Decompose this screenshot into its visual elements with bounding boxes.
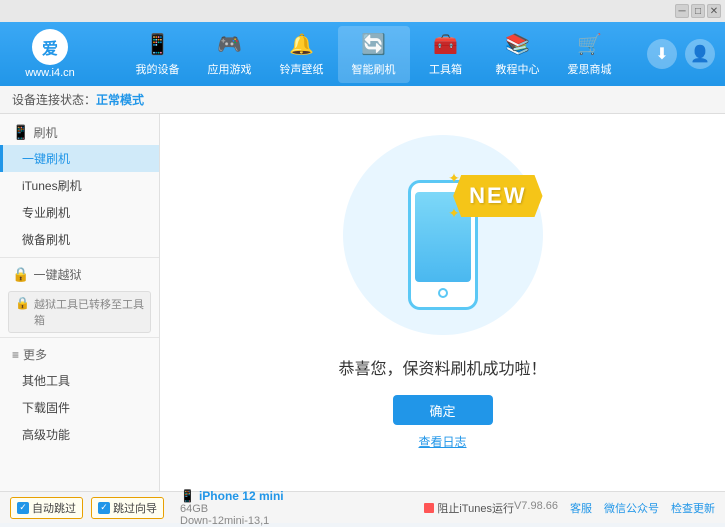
customer-service-link[interactable]: 客服 [570,500,592,516]
device-firmware: Down-12mini-13,1 [180,515,424,527]
bottom-links: V7.98.66 客服 微信公众号 检查更新 [514,500,715,516]
success-text: 恭喜您，保资料刷机成功啦！ [338,355,546,379]
jailbreak-notice: 🔒 越狱工具已转移至工具箱 [8,291,151,333]
new-badge: ✦ NEW ✦ [453,175,542,217]
logo-icon: 爱 [32,29,68,65]
skip-wizard-check: ✓ [98,502,110,514]
nav-label-toolbox: 工具箱 [429,61,462,77]
new-ribbon: NEW [453,175,542,217]
version-text: V7.98.66 [514,500,558,516]
nav-item-ringtones[interactable]: 🔔 铃声壁纸 [266,26,338,83]
bottom-left: ✓ 自动跳过 ✓ 跳过向导 [10,497,170,519]
nav-item-smart-flash[interactable]: 🔄 智能刷机 [338,26,410,83]
nav-item-shop[interactable]: 🛒 爱思商城 [554,26,626,83]
nav-item-my-device[interactable]: 📱 我的设备 [122,26,194,83]
nav-icon-ringtones: 🔔 [289,32,314,57]
sidebar-item-pro-flash[interactable]: 专业刷机 [0,199,159,226]
nav-icon-toolbox: 🧰 [433,32,458,57]
nav-label-apps-games: 应用游戏 [208,61,252,77]
nav-label-my-device: 我的设备 [136,61,180,77]
sidebar-item-download-firmware[interactable]: 下载固件 [0,394,159,421]
nav-icon-shop: 🛒 [577,32,602,57]
device-icon: 📱 [180,489,195,503]
sidebar-section-jailbreak: 🔒 一键越狱 [0,262,159,287]
title-bar: ─ □ ✕ [0,0,725,22]
device-storage: 64GB [180,503,424,515]
nav-label-ringtones: 铃声壁纸 [280,61,324,77]
checkbox-skip-wizard[interactable]: ✓ 跳过向导 [91,497,164,519]
checkbox-auto-dismiss[interactable]: ✓ 自动跳过 [10,497,83,519]
phone-illustration: ✦ NEW ✦ [333,155,553,335]
status-value: 正常模式 [96,91,144,108]
nav-label-tutorial: 教程中心 [496,61,540,77]
logo-url: www.i4.cn [25,67,75,79]
sidebar-item-one-click-flash[interactable]: 一键刷机 [0,145,159,172]
sidebar-section-more-label: 更多 [23,346,47,363]
bottom-bar: ✓ 自动跳过 ✓ 跳过向导 📱 iPhone 12 mini 64GB Down… [0,491,725,523]
bottom-device: 📱 iPhone 12 mini 64GB Down-12mini-13,1 [170,489,424,527]
sidebar-item-itunes-flash[interactable]: iTunes刷机 [0,172,159,199]
main-panel: ✦ NEW ✦ 恭喜您，保资料刷机成功啦！ 确定 查看日志 [160,114,725,491]
auto-dismiss-check: ✓ [17,502,29,514]
flash-section-icon: 📱 [12,124,29,141]
sparkle-bl: ✦ [448,205,460,222]
sidebar-divider-2 [0,337,159,338]
check-update-link[interactable]: 检查更新 [671,500,715,516]
wechat-link[interactable]: 微信公众号 [604,500,659,516]
user-button[interactable]: 👤 [685,39,715,69]
itunes-status: 阻止iTunes运行 [424,500,514,516]
confirm-button[interactable]: 确定 [393,395,493,425]
sidebar-section-jailbreak-label: 一键越狱 [33,266,81,283]
itunes-status-label: 阻止iTunes运行 [437,500,514,516]
phone-home-button [438,288,448,298]
minimize-button[interactable]: ─ [675,4,689,18]
nav-bar: 📱 我的设备 🎮 应用游戏 🔔 铃声壁纸 🔄 智能刷机 🧰 工具箱 📚 教程中心 🛒 爱思商城 [100,26,647,83]
close-button[interactable]: ✕ [707,4,721,18]
jailbreak-notice-text: 越狱工具已转移至工具箱 [34,296,144,328]
sidebar-section-flash-label: 刷机 [33,124,57,141]
lock-section-icon: 🔒 [12,266,29,283]
status-prefix: 设备连接状态： [12,91,96,108]
maximize-button[interactable]: □ [691,4,705,18]
header-right: ⬇ 👤 [647,39,715,69]
nav-label-shop: 爱思商城 [568,61,612,77]
jailbreak-lock-icon: 🔒 [15,296,30,310]
stop-icon [424,503,434,513]
nav-icon-tutorial: 📚 [505,32,530,57]
nav-icon-apps-games: 🎮 [217,32,242,57]
sidebar-section-flash: 📱 刷机 [0,120,159,145]
sidebar-item-advanced[interactable]: 高级功能 [0,421,159,448]
nav-icon-smart-flash: 🔄 [361,32,386,57]
sidebar-item-other-tools[interactable]: 其他工具 [0,367,159,394]
status-bar: 设备连接状态： 正常模式 [0,86,725,114]
logo-area[interactable]: 爱 www.i4.cn [10,29,90,79]
nav-item-toolbox[interactable]: 🧰 工具箱 [410,26,482,83]
nav-label-smart-flash: 智能刷机 [352,61,396,77]
header: 爱 www.i4.cn 📱 我的设备 🎮 应用游戏 🔔 铃声壁纸 🔄 智能刷机 🧰 工具箱 📚 教程中… [0,22,725,86]
bottom-status: 阻止iTunes运行 [424,500,514,516]
nav-icon-my-device: 📱 [145,32,170,57]
nav-item-tutorial[interactable]: 📚 教程中心 [482,26,554,83]
device-name: iPhone 12 mini [199,489,284,503]
auto-dismiss-label: 自动跳过 [32,500,76,516]
sidebar-divider-1 [0,257,159,258]
sidebar-section-more: ≡ 更多 [0,342,159,367]
skip-wizard-label: 跳过向导 [113,500,157,516]
sidebar-item-data-flash[interactable]: 微备刷机 [0,226,159,253]
more-section-icon: ≡ [12,348,19,362]
sidebar: 📱 刷机 一键刷机 iTunes刷机 专业刷机 微备刷机 🔒 一键越狱 🔒 越狱… [0,114,160,491]
main-content: 📱 刷机 一键刷机 iTunes刷机 专业刷机 微备刷机 🔒 一键越狱 🔒 越狱… [0,114,725,491]
download-button[interactable]: ⬇ [647,39,677,69]
nav-item-apps-games[interactable]: 🎮 应用游戏 [194,26,266,83]
view-log-link[interactable]: 查看日志 [418,433,466,450]
